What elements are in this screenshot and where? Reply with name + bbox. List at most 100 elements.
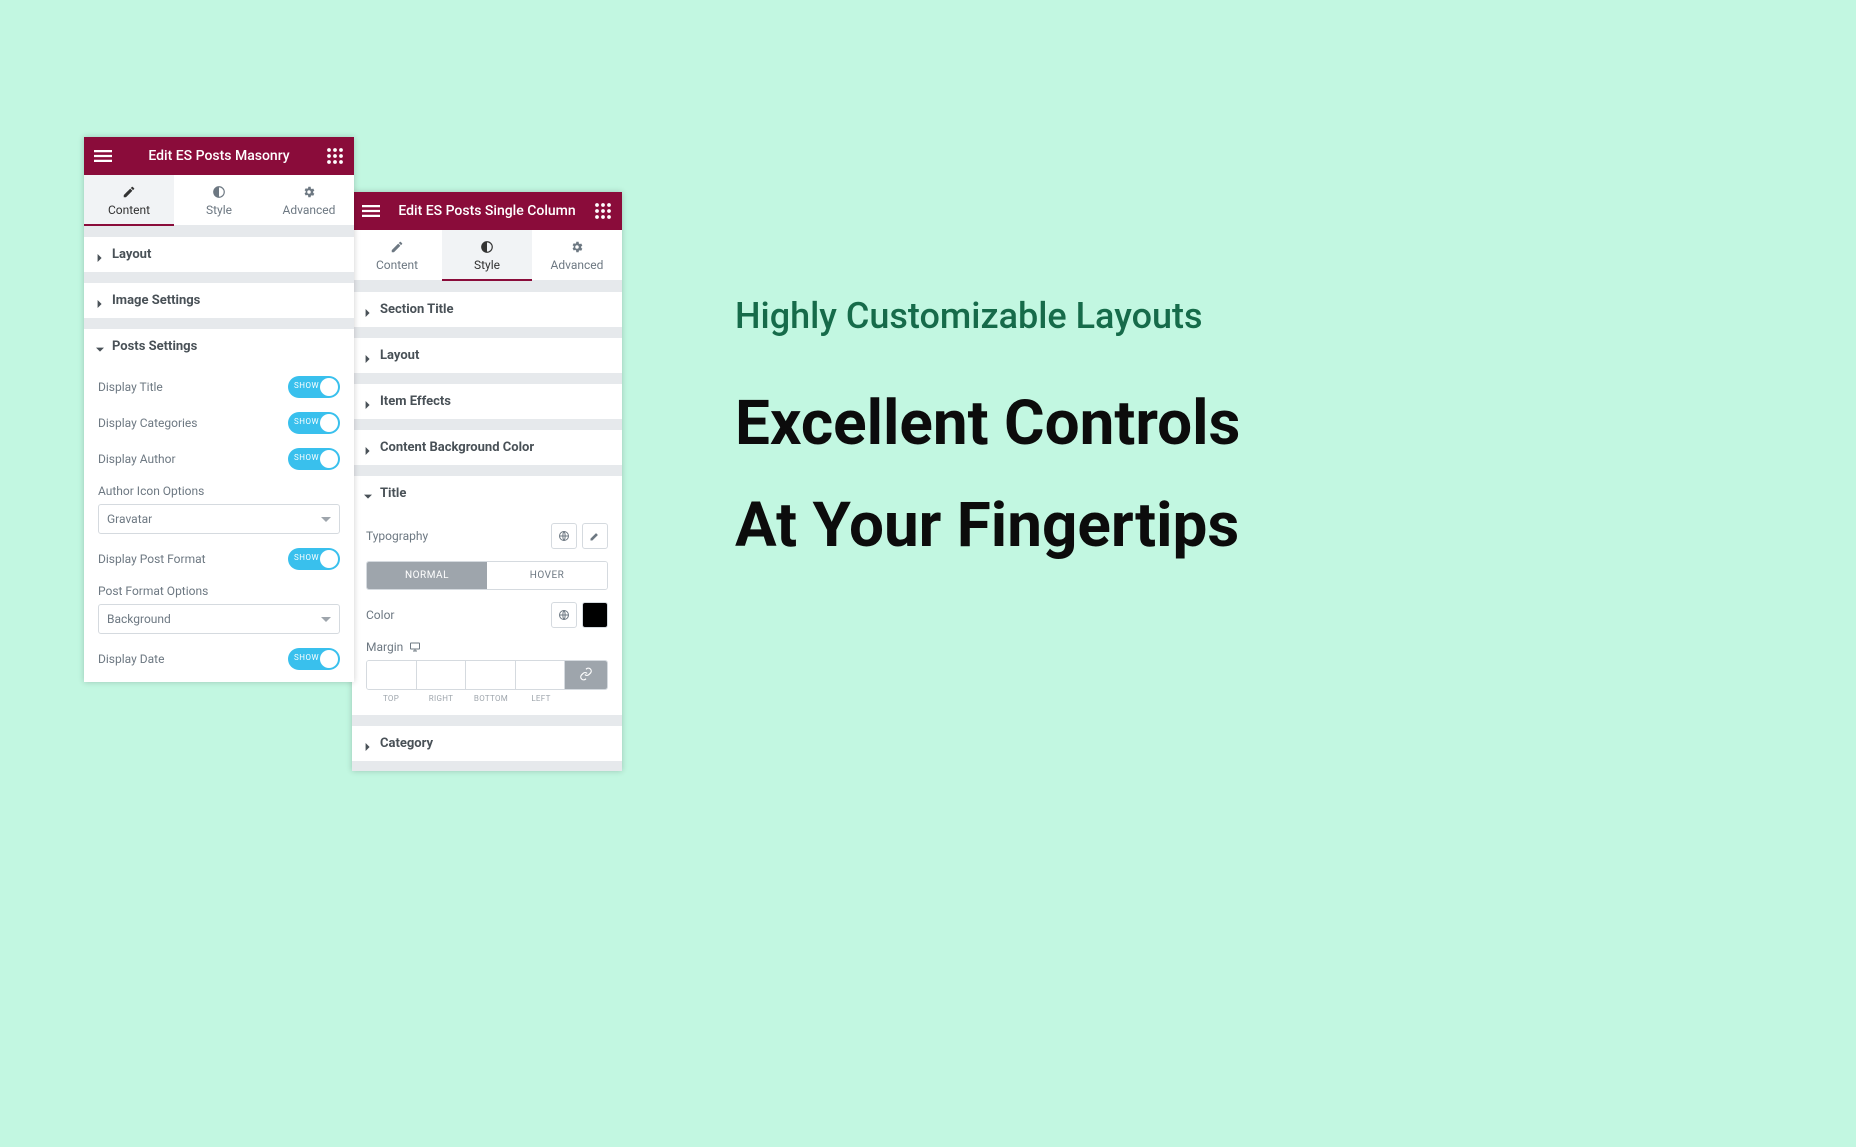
tabs: Content Style Advanced <box>352 230 622 281</box>
panel-header: Edit ES Posts Single Column <box>352 192 622 230</box>
caret-right-icon <box>364 740 372 748</box>
hero-line2: At Your Fingertips <box>735 475 1240 577</box>
tab-content[interactable]: Content <box>84 175 174 225</box>
accordion-layout[interactable]: Layout <box>352 337 622 373</box>
margin-bottom-input[interactable] <box>466 661 516 689</box>
tab-label: Style <box>206 203 232 217</box>
hamburger-icon[interactable] <box>94 147 112 165</box>
toggle-label: SHOW <box>294 417 319 426</box>
accordion-category[interactable]: Category <box>352 725 622 761</box>
display-author-label: Display Author <box>98 452 176 466</box>
panel-title: Edit ES Posts Masonry <box>112 148 326 164</box>
display-post-format-label: Display Post Format <box>98 552 206 566</box>
display-author-toggle[interactable]: SHOW <box>288 448 340 470</box>
display-date-label: Display Date <box>98 652 164 666</box>
accordion-section-title[interactable]: Section Title <box>352 291 622 327</box>
margin-right-input[interactable] <box>417 661 467 689</box>
accordion-layout[interactable]: Layout <box>84 236 354 272</box>
separator <box>84 272 354 282</box>
margin-inputs <box>366 660 608 690</box>
author-icon-select[interactable]: Gravatar <box>98 504 340 534</box>
separator <box>352 373 622 383</box>
tab-label: Content <box>108 203 150 217</box>
hero-line1: Excellent Controls <box>735 373 1240 475</box>
link-icon <box>579 667 593 684</box>
typography-label: Typography <box>366 529 428 543</box>
elementor-panel-masonry: Edit ES Posts Masonry Content Style Adva… <box>84 137 354 682</box>
post-format-select[interactable]: Background <box>98 604 340 634</box>
hero-subtitle: Highly Customizable Layouts <box>735 295 1240 337</box>
display-categories-toggle[interactable]: SHOW <box>288 412 340 434</box>
margin-top-label: TOP <box>366 694 416 703</box>
chevron-down-icon <box>321 614 331 624</box>
edit-button[interactable] <box>582 523 608 549</box>
toggle-label: SHOW <box>294 453 319 462</box>
tab-advanced[interactable]: Advanced <box>532 230 622 280</box>
tab-style[interactable]: Style <box>174 175 264 225</box>
caret-right-icon <box>96 297 104 305</box>
accordion-content-bg-color[interactable]: Content Background Color <box>352 429 622 465</box>
posts-settings-body: Display Title SHOW Display Categories SH… <box>84 364 354 682</box>
caret-right-icon <box>364 306 372 314</box>
tab-content[interactable]: Content <box>352 230 442 280</box>
spacer <box>566 694 608 703</box>
tab-advanced[interactable]: Advanced <box>264 175 354 225</box>
accordion-title: Section Title <box>380 302 454 317</box>
globe-button[interactable] <box>551 602 577 628</box>
desktop-icon[interactable] <box>409 641 421 653</box>
accordion-title: Item Effects <box>380 394 451 409</box>
display-date-toggle[interactable]: SHOW <box>288 648 340 670</box>
color-label: Color <box>366 608 394 622</box>
margin-top-input[interactable] <box>367 661 417 689</box>
accordion-title: Layout <box>112 247 151 262</box>
caret-right-icon <box>96 251 104 259</box>
title-section-body: Typography NORMAL HOVER Color Margin <box>352 511 622 715</box>
globe-icon <box>558 530 570 542</box>
contrast-icon <box>480 240 494 254</box>
separator <box>352 327 622 337</box>
accordion-title: Content Background Color <box>380 440 534 455</box>
toggle-label: SHOW <box>294 653 319 662</box>
accordion-title: Title <box>380 486 406 501</box>
tab-label: Style <box>474 258 500 272</box>
tab-label: Advanced <box>283 203 336 217</box>
segment-normal[interactable]: NORMAL <box>367 562 487 589</box>
display-post-format-toggle[interactable]: SHOW <box>288 548 340 570</box>
display-title-label: Display Title <box>98 380 163 394</box>
gear-icon <box>570 240 584 254</box>
grid-icon[interactable] <box>594 202 612 220</box>
hamburger-icon[interactable] <box>362 202 380 220</box>
globe-icon <box>558 609 570 621</box>
pencil-icon <box>122 185 136 199</box>
separator <box>352 281 622 291</box>
margin-left-label: LEFT <box>516 694 566 703</box>
margin-right-label: RIGHT <box>416 694 466 703</box>
segment-hover[interactable]: HOVER <box>487 562 607 589</box>
accordion-item-effects[interactable]: Item Effects <box>352 383 622 419</box>
separator <box>84 226 354 236</box>
tab-style[interactable]: Style <box>442 230 532 280</box>
accordion-posts-settings[interactable]: Posts Settings <box>84 328 354 364</box>
globe-button[interactable] <box>551 523 577 549</box>
gear-icon <box>302 185 316 199</box>
toggle-label: SHOW <box>294 381 319 390</box>
margin-sublabels: TOP RIGHT BOTTOM LEFT <box>366 694 608 703</box>
accordion-image-settings[interactable]: Image Settings <box>84 282 354 318</box>
margin-left-input[interactable] <box>516 661 566 689</box>
link-values-button[interactable] <box>565 661 607 689</box>
display-title-toggle[interactable]: SHOW <box>288 376 340 398</box>
separator <box>84 318 354 328</box>
grid-icon[interactable] <box>326 147 344 165</box>
hero-headline: Excellent Controls At Your Fingertips <box>735 373 1240 578</box>
elementor-panel-single-column: Edit ES Posts Single Column Content Styl… <box>352 192 622 771</box>
post-format-options-label: Post Format Options <box>98 584 340 598</box>
separator <box>352 419 622 429</box>
separator <box>352 715 622 725</box>
tabs: Content Style Advanced <box>84 175 354 226</box>
contrast-icon <box>212 185 226 199</box>
color-swatch[interactable] <box>582 602 608 628</box>
accordion-title: Category <box>380 736 433 751</box>
accordion-title-section[interactable]: Title <box>352 475 622 511</box>
caret-right-icon <box>364 352 372 360</box>
panel-title: Edit ES Posts Single Column <box>380 203 594 219</box>
